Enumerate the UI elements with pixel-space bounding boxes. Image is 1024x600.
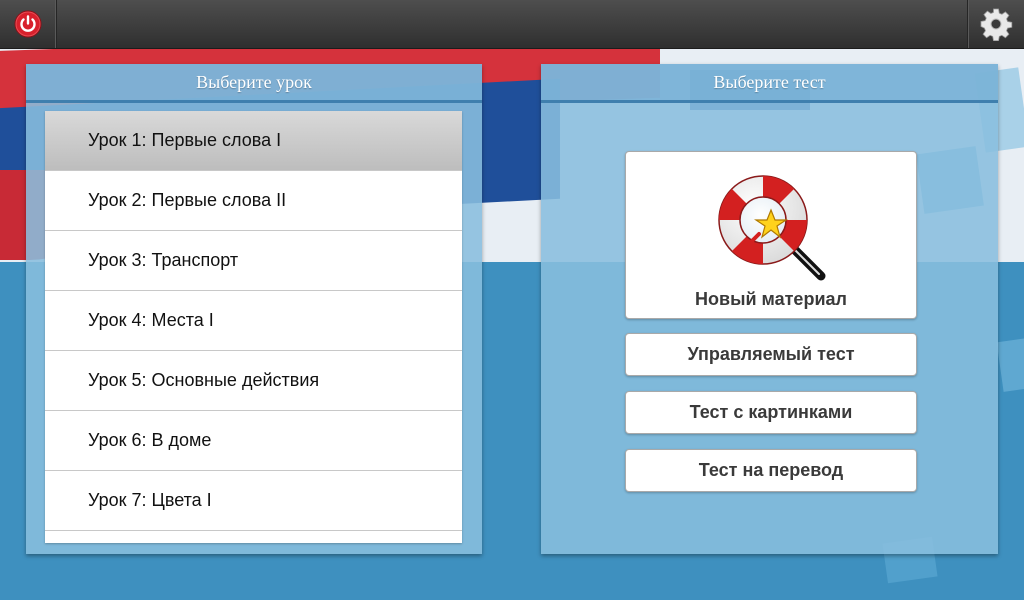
lessons-panel-title: Выберите урок [26, 64, 482, 103]
new-material-label: Новый материал [695, 289, 847, 309]
picture-test-button[interactable]: Тест с картинками [625, 391, 917, 434]
lesson-item-4[interactable]: Урок 4: Места I [45, 291, 462, 351]
lesson-item-1[interactable]: Урок 1: Первые слова I [45, 111, 462, 171]
translation-test-button[interactable]: Тест на перевод [625, 449, 917, 492]
power-button[interactable] [0, 0, 57, 48]
lesson-item-3[interactable]: Урок 3: Транспорт [45, 231, 462, 291]
lesson-list[interactable]: Урок 1: Первые слова I Урок 2: Первые сл… [45, 111, 462, 543]
tests-panel: Выберите тест Новый материал Управляемый… [541, 64, 998, 554]
gear-icon [980, 8, 1013, 41]
lessons-panel: Выберите урок Урок 1: Первые слова I Уро… [26, 64, 482, 554]
settings-button[interactable] [967, 0, 1024, 48]
new-material-button[interactable]: Новый материал [625, 151, 917, 319]
lesson-item-5[interactable]: Урок 5: Основные действия [45, 351, 462, 411]
lifebuoy-magnifier-icon [718, 175, 826, 281]
guided-test-button[interactable]: Управляемый тест [625, 333, 917, 376]
power-icon [14, 10, 42, 38]
lesson-item-6[interactable]: Урок 6: В доме [45, 411, 462, 471]
tests-panel-title: Выберите тест [541, 64, 998, 103]
top-bar [0, 0, 1024, 49]
lesson-item-2[interactable]: Урок 2: Первые слова II [45, 171, 462, 231]
lesson-item-7[interactable]: Урок 7: Цвета I [45, 471, 462, 531]
